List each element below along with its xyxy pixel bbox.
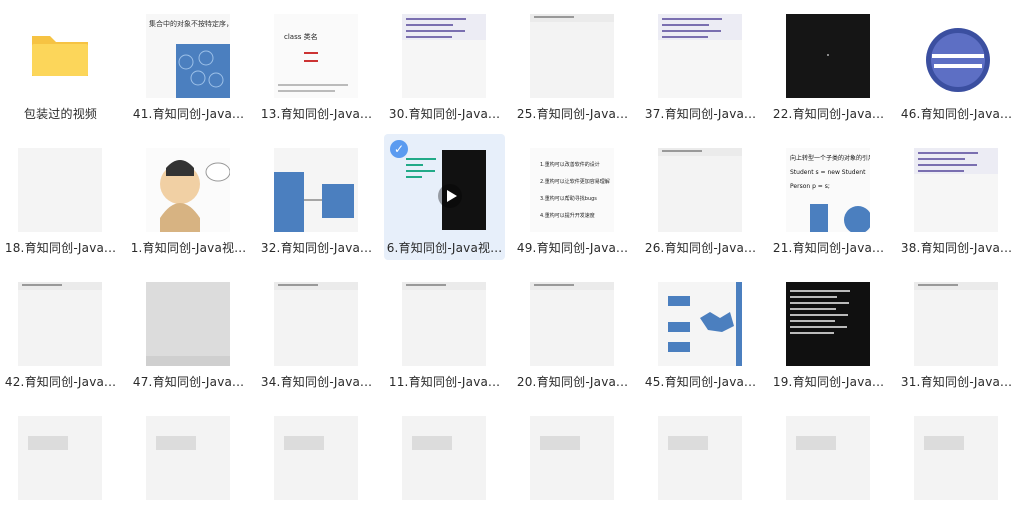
video-file-item[interactable]: 30.育知同创-Java...: [384, 0, 505, 126]
video-thumbnail: [530, 282, 614, 366]
video-thumbnail: [914, 282, 998, 366]
file-name-label: 37.育知同创-Java...: [644, 107, 757, 121]
video-file-item[interactable]: [0, 402, 121, 528]
file-name-label: 38.育知同创-Java...: [900, 241, 1011, 255]
video-thumbnail: [530, 14, 614, 98]
video-file-item[interactable]: 31.育知同创-Java...: [896, 268, 1011, 394]
file-name-label: 22.育知同创-Java...: [772, 107, 885, 121]
video-thumbnail: [658, 416, 742, 500]
video-thumbnail: class 类名: [274, 14, 358, 98]
checkmark-icon[interactable]: ✓: [390, 140, 408, 158]
video-thumbnail: [146, 282, 230, 366]
video-file-item[interactable]: 45.育知同创-Java...: [640, 268, 761, 394]
video-thumbnail: 1.重构可以改善软件的设计 2.重构可以让软件更加容易理解 3.重构可以帮助寻找bu…: [530, 148, 614, 232]
video-file-item[interactable]: 1.育知同创-Java视...: [128, 134, 249, 260]
file-name-label: 34.育知同创-Java...: [260, 375, 373, 389]
file-name-label: 46.育知同创-Java...: [900, 107, 1011, 121]
video-file-item[interactable]: 11.育知同创-Java...: [384, 268, 505, 394]
video-file-item[interactable]: 42.育知同创-Java...: [0, 268, 121, 394]
video-thumbnail: [18, 416, 102, 500]
video-thumbnail: [658, 14, 742, 98]
file-name-label: 11.育知同创-Java...: [388, 375, 501, 389]
video-thumbnail: [914, 416, 998, 500]
video-file-item[interactable]: 37.育知同创-Java...: [640, 0, 761, 126]
video-thumbnail: [18, 148, 102, 232]
file-name-label: 20.育知同创-Java...: [516, 375, 629, 389]
video-file-item[interactable]: 25.育知同创-Java...: [512, 0, 633, 126]
video-file-item[interactable]: [256, 402, 377, 528]
video-thumbnail: 向上转型一个子类的对象的引用： Student s = new Student Pe…: [786, 148, 870, 232]
file-name-label: 13.育知同创-Java...: [260, 107, 373, 121]
video-file-item[interactable]: 向上转型一个子类的对象的引用： Student s = new Student Pe…: [768, 134, 889, 260]
video-file-item[interactable]: [768, 402, 889, 528]
slide-text: class 类名: [284, 32, 318, 41]
video-thumbnail: [914, 14, 998, 98]
video-thumbnail: [274, 416, 358, 500]
video-thumbnail: [18, 282, 102, 366]
video-thumbnail: [658, 148, 742, 232]
video-thumbnail: [914, 148, 998, 232]
file-name-label: 21.育知同创-Java...: [772, 241, 885, 255]
play-icon[interactable]: [438, 184, 462, 208]
video-file-item[interactable]: 20.育知同创-Java...: [512, 268, 633, 394]
video-file-item[interactable]: 19.育知同创-Java...: [768, 268, 889, 394]
file-name-label: 30.育知同创-Java...: [388, 107, 501, 121]
slide-text: 3.重构可以帮助寻找bugs: [540, 195, 597, 202]
video-file-item[interactable]: 47.育知同创-Java...: [128, 268, 249, 394]
video-thumbnail: [786, 14, 870, 98]
slide-text: Person p = s;: [790, 183, 830, 190]
video-file-item[interactable]: 38.育知同创-Java...: [896, 134, 1011, 260]
folder-item[interactable]: 包装过的视频: [0, 0, 121, 126]
file-name-label: 49.育知同创-Java...: [516, 241, 629, 255]
video-thumbnail: [786, 416, 870, 500]
video-thumbnail: [402, 148, 486, 232]
video-file-item[interactable]: 34.育知同创-Java...: [256, 268, 377, 394]
video-thumbnail: [402, 416, 486, 500]
video-file-item[interactable]: 46.育知同创-Java...: [896, 0, 1011, 126]
file-name-label: 42.育知同创-Java...: [4, 375, 117, 389]
video-thumbnail: [146, 148, 230, 232]
file-name-label: 18.育知同创-Java...: [4, 241, 117, 255]
file-name-label: 25.育知同创-Java...: [516, 107, 629, 121]
video-thumbnail: [274, 282, 358, 366]
slide-text: 1.重构可以改善软件的设计: [540, 161, 600, 168]
video-file-item[interactable]: 18.育知同创-Java...: [0, 134, 121, 260]
video-thumbnail: [402, 282, 486, 366]
video-thumbnail: [146, 416, 230, 500]
slide-text: 向上转型一个子类的对象的引用：: [790, 154, 870, 162]
video-file-item[interactable]: 26.育知同创-Java...: [640, 134, 761, 260]
video-file-item[interactable]: 1.重构可以改善软件的设计 2.重构可以让软件更加容易理解 3.重构可以帮助寻找bu…: [512, 134, 633, 260]
file-name-label: 6.育知同创-Java视...: [386, 241, 503, 255]
slide-text: 2.重构可以让软件更加容易理解: [540, 178, 610, 185]
video-file-item[interactable]: [896, 402, 1011, 528]
video-file-item[interactable]: ✓ 6.育知同创-Java视...: [384, 134, 505, 260]
file-name-label: 包装过的视频: [23, 107, 98, 121]
video-thumbnail: 集合中的对象不按特定序，并且没有重复: [146, 14, 230, 98]
file-name-label: 31.育知同创-Java...: [900, 375, 1011, 389]
video-file-item[interactable]: [512, 402, 633, 528]
file-name-label: 41.育知同创-Java...: [132, 107, 245, 121]
folder-icon: [28, 22, 92, 86]
file-name-label: 32.育知同创-Java...: [260, 241, 373, 255]
file-name-label: 1.育知同创-Java视...: [130, 241, 247, 255]
video-file-item[interactable]: [384, 402, 505, 528]
video-file-item[interactable]: 22.育知同创-Java...: [768, 0, 889, 126]
video-thumbnail: [402, 14, 486, 98]
video-file-item[interactable]: [640, 402, 761, 528]
video-thumbnail: [658, 282, 742, 366]
video-file-item[interactable]: class 类名 13.育知同创-Java...: [256, 0, 377, 126]
video-thumbnail: [274, 148, 358, 232]
file-name-label: 47.育知同创-Java...: [132, 375, 245, 389]
video-file-item[interactable]: 集合中的对象不按特定序，并且没有重复 41.育知同创-Java...: [128, 0, 249, 126]
video-file-item[interactable]: 32.育知同创-Java...: [256, 134, 377, 260]
slide-text: 集合中的对象不按特定序，并且没有重复: [149, 19, 230, 28]
video-thumbnail: [786, 282, 870, 366]
slide-text: Student s = new Student: [790, 169, 866, 176]
file-name-label: 45.育知同创-Java...: [644, 375, 757, 389]
video-thumbnail: [530, 416, 614, 500]
slide-text: 4.重构可以提升开发速度: [540, 212, 595, 219]
file-name-label: 26.育知同创-Java...: [644, 241, 757, 255]
file-name-label: 19.育知同创-Java...: [772, 375, 885, 389]
video-file-item[interactable]: [128, 402, 249, 528]
